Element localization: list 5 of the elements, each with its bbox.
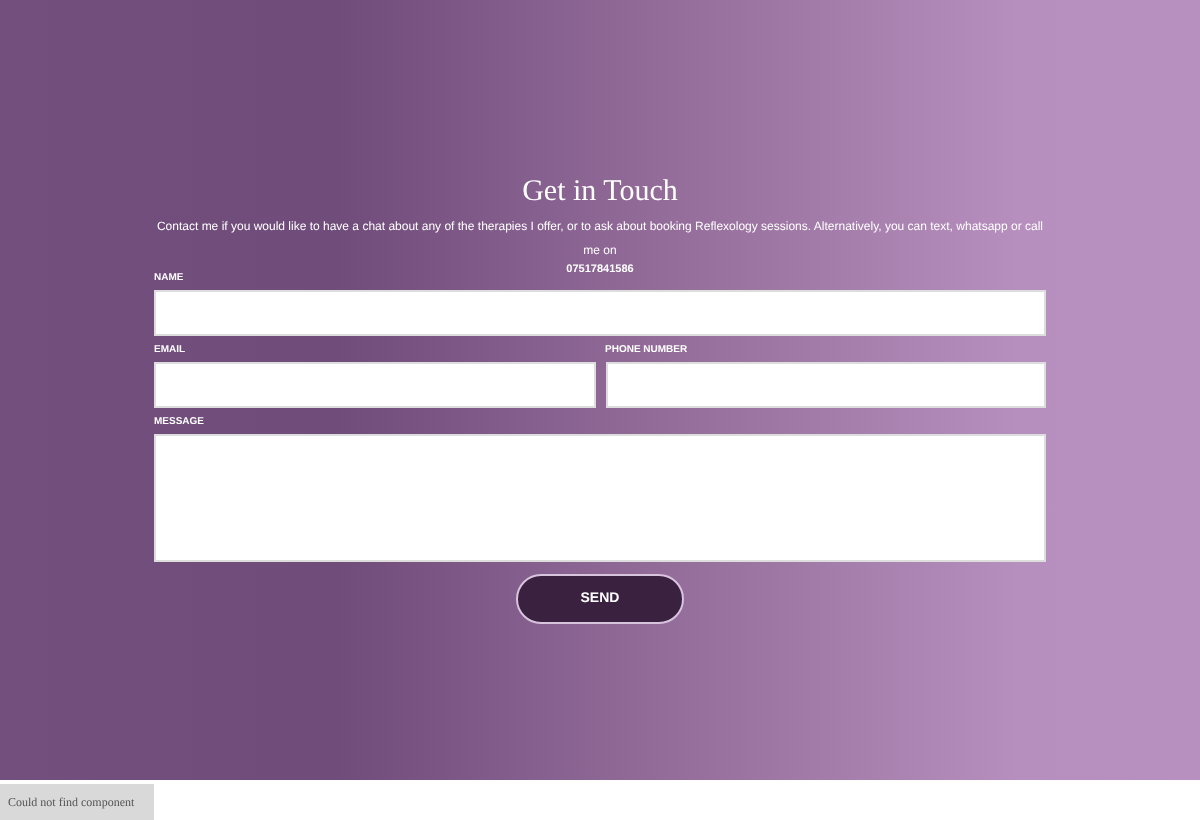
input-field[interactable] — [154, 362, 595, 408]
input-field[interactable] — [154, 290, 1046, 336]
section-title: Get in Touch — [522, 174, 678, 212]
message-field[interactable] — [154, 434, 1046, 562]
input-field[interactable] — [605, 362, 1046, 408]
